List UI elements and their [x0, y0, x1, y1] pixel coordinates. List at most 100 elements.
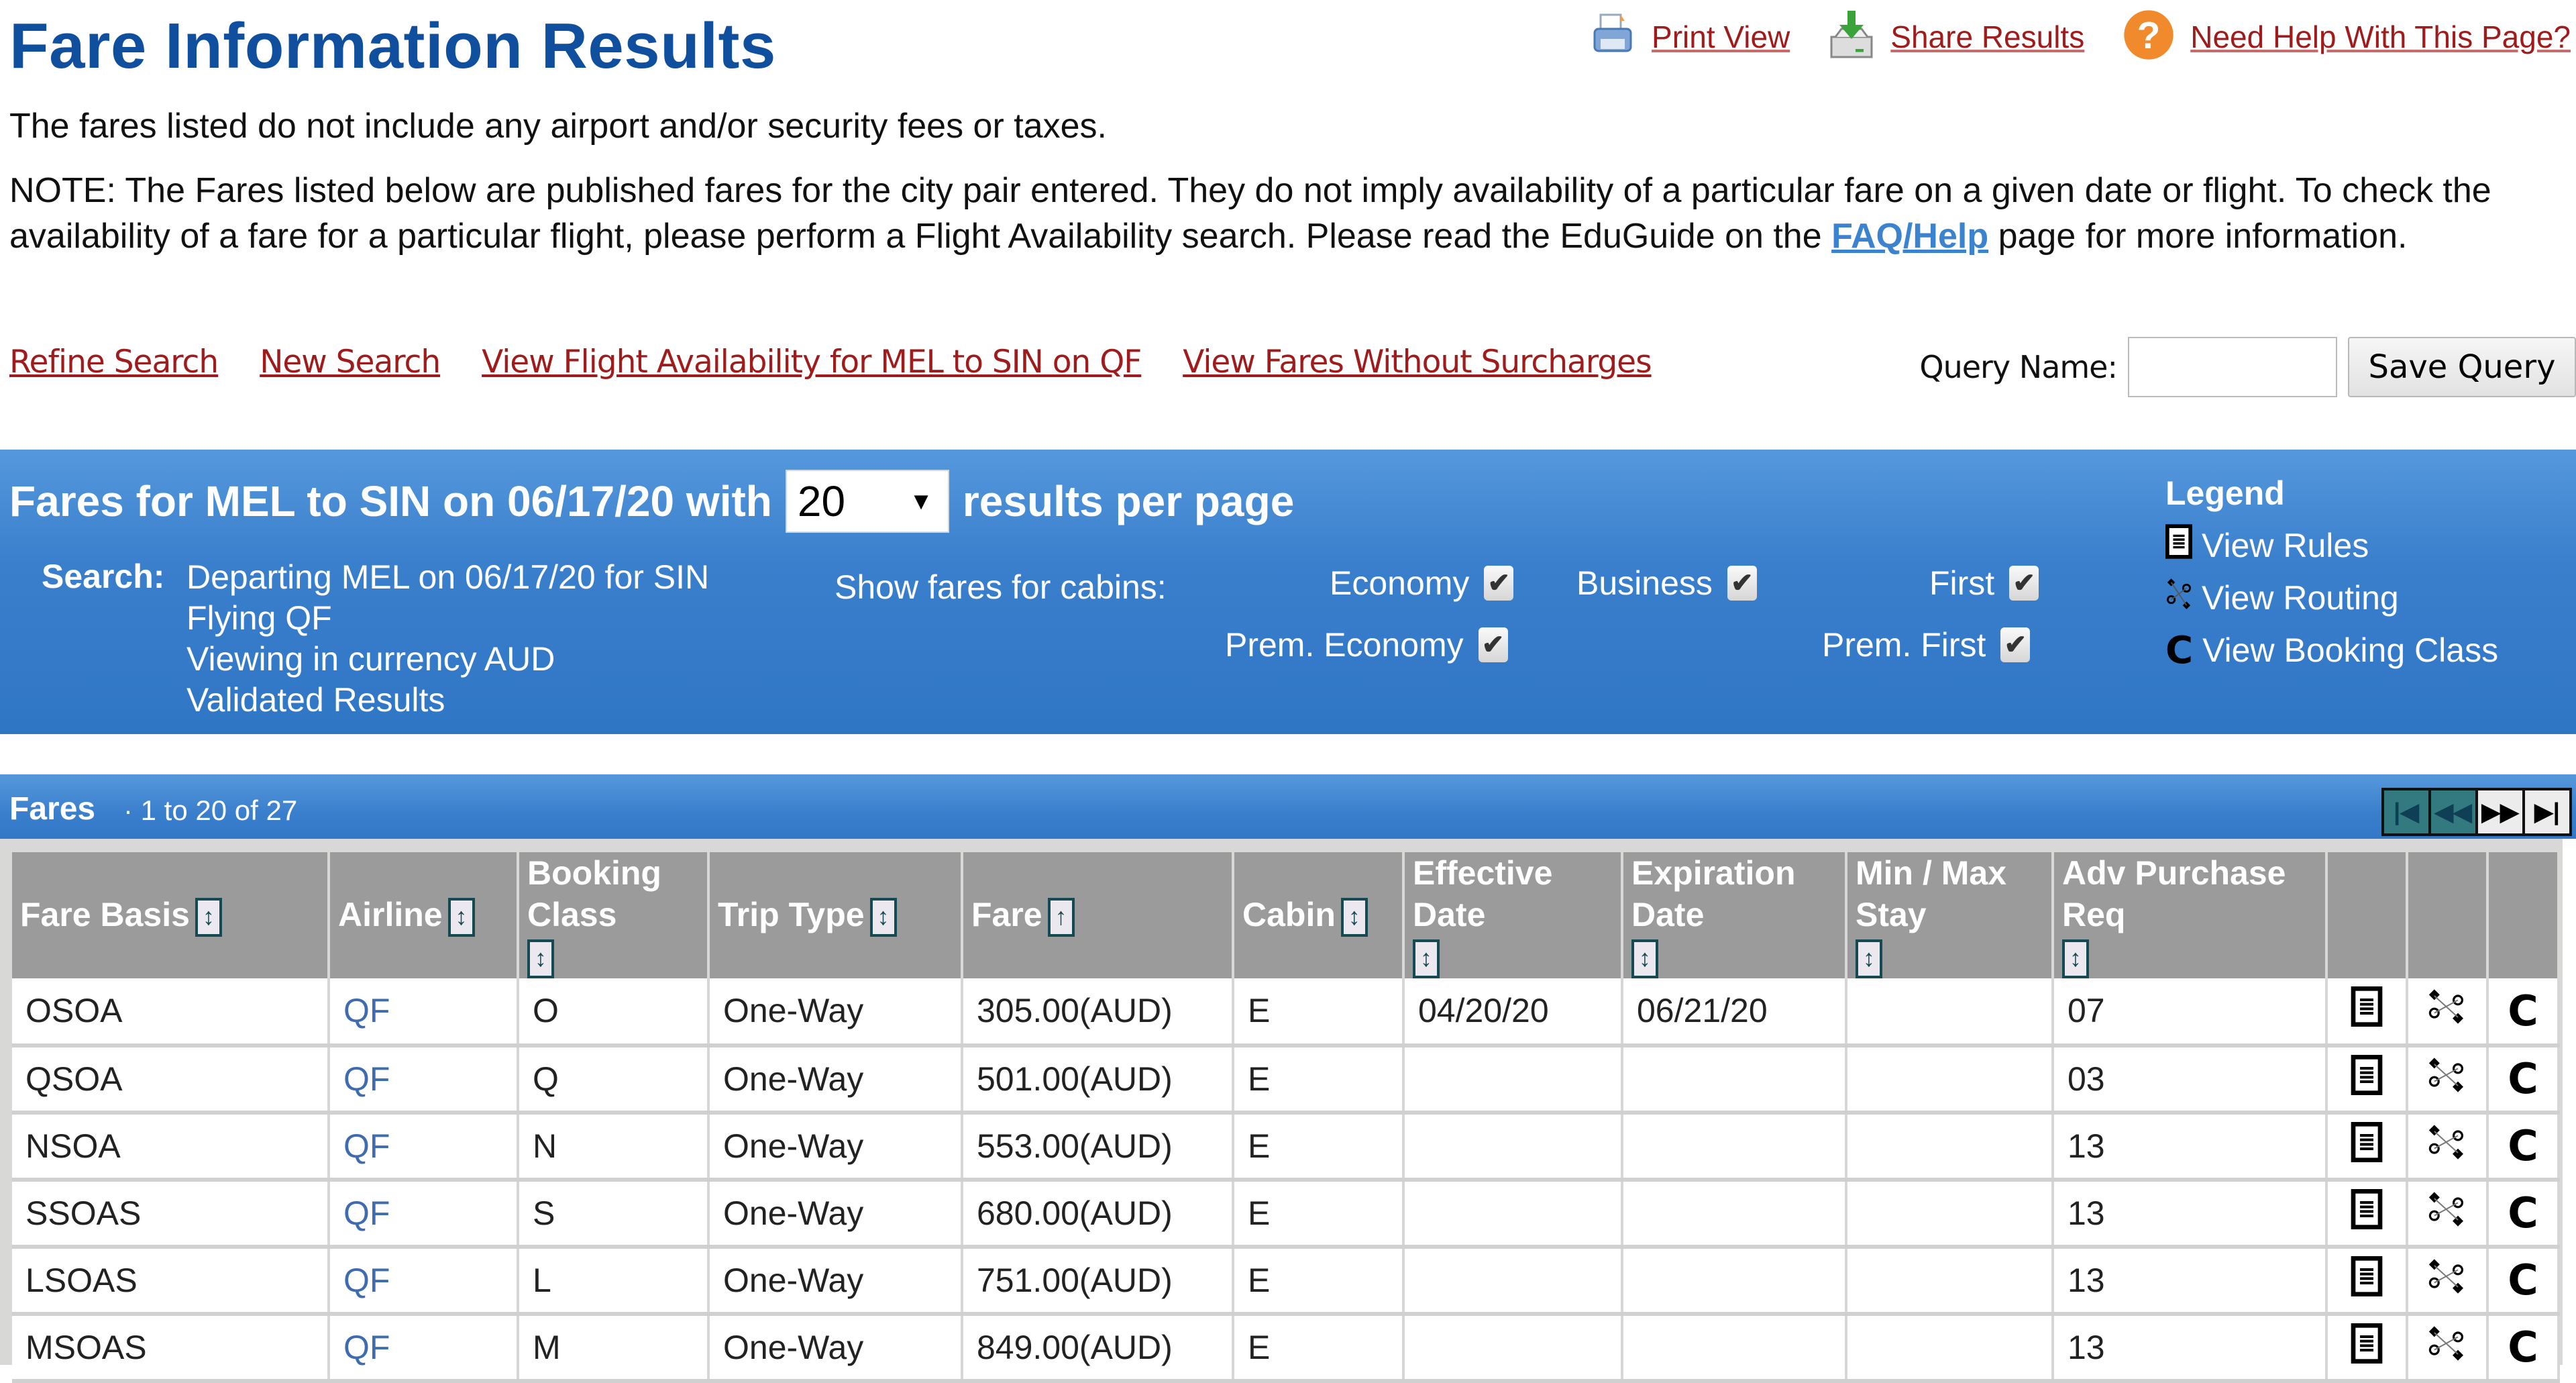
print-view[interactable]: Print View — [1589, 11, 1790, 62]
sort-icon[interactable]: ↕ — [1631, 939, 1658, 978]
view-booking-class-button[interactable]: C — [2487, 1179, 2560, 1249]
view-booking-class-button[interactable]: C — [2487, 1313, 2560, 1383]
view-routing-button[interactable] — [2407, 1179, 2489, 1249]
cabin-business: Business ✔ — [1576, 564, 1757, 603]
share-results[interactable]: Share Results — [1827, 8, 2084, 65]
view-routing-button[interactable] — [2407, 1246, 2489, 1316]
cabin-cell: E — [1233, 1313, 1405, 1383]
next-page-icon[interactable]: ▶▶ — [2478, 790, 2522, 833]
cabin-cell: E — [1233, 1179, 1405, 1249]
sort-icon[interactable]: ↕ — [1413, 939, 1440, 978]
results-title-prefix: Fares for MEL to SIN on 06/17/20 with — [9, 477, 772, 525]
cabin-prem-economy-checkbox[interactable]: ✔ — [1478, 627, 1508, 662]
col-adv-purchase-req[interactable]: Adv Purchase Req ↕ — [2053, 852, 2328, 978]
cabin-business-label: Business — [1576, 564, 1713, 602]
note-text-2: page for more information. — [1988, 217, 2408, 256]
booking-class-icon: C — [2508, 1188, 2538, 1238]
fares-count-text: 1 to 20 of 27 — [140, 795, 298, 826]
cabin-prem-economy: Prem. Economy ✔ — [1225, 625, 1508, 664]
booking-class-icon: C — [2508, 1121, 2538, 1171]
fare-basis-cell: OSOA — [12, 978, 330, 1047]
table-row: MSOAS QF M One-Way 849.00(AUD) E 13 C — [12, 1313, 2560, 1383]
col-fare-basis[interactable]: Fare Basis ↕ — [12, 852, 330, 978]
view-booking-class-button[interactable]: C — [2487, 1045, 2560, 1115]
col-trip-type[interactable]: Trip Type ↕ — [708, 852, 963, 978]
fare-cell: 680.00(AUD) — [962, 1179, 1234, 1249]
note-paragraph: NOTE: The Fares listed below are publish… — [9, 168, 2576, 259]
sort-icon[interactable]: ↕ — [527, 939, 554, 978]
view-booking-class-button[interactable]: C — [2487, 1112, 2560, 1182]
view-routing-button[interactable] — [2407, 1112, 2489, 1182]
airline-link[interactable]: QF — [329, 1045, 519, 1115]
booking-class-cell: Q — [518, 1045, 710, 1115]
table-row: QSOA QF Q One-Way 501.00(AUD) E 03 C — [12, 1045, 2560, 1115]
view-flight-availability-link[interactable]: View Flight Availability for MEL to SIN … — [482, 344, 1142, 380]
cabin-business-checkbox[interactable]: ✔ — [1727, 566, 1757, 601]
view-routing-button[interactable] — [2407, 1045, 2489, 1115]
table-row: NSOA QF N One-Way 553.00(AUD) E 13 C — [12, 1112, 2560, 1182]
airline-link[interactable]: QF — [329, 1112, 519, 1182]
sort-icon[interactable]: ↕ — [195, 897, 222, 937]
col-min-max-stay[interactable]: Min / Max Stay ↕ — [1846, 852, 2054, 978]
airline-link[interactable]: QF — [329, 1246, 519, 1316]
sort-icon[interactable]: ↕ — [869, 897, 897, 937]
view-fares-without-surcharges-link[interactable]: View Fares Without Surcharges — [1183, 344, 1652, 380]
view-booking-class-button[interactable]: C — [2487, 978, 2560, 1047]
booking-class-icon: C — [2508, 1256, 2538, 1305]
need-help[interactable]: ? Need Help With This Page? — [2122, 8, 2571, 65]
first-page-icon[interactable]: |◀ — [2384, 790, 2428, 833]
cabin-economy-checkbox[interactable]: ✔ — [1484, 566, 1514, 601]
view-routing-button[interactable] — [2407, 1313, 2489, 1383]
fare-cell: 501.00(AUD) — [962, 1045, 1234, 1115]
legend-view-routing: View Routing — [2165, 572, 2498, 624]
cabin-prem-first-checkbox[interactable]: ✔ — [2000, 627, 2031, 662]
col-fare[interactable]: Fare ↑ — [962, 852, 1234, 978]
effective-date-cell — [1403, 1313, 1623, 1383]
view-rules-button[interactable] — [2326, 1313, 2408, 1383]
sort-icon[interactable]: ↕ — [447, 897, 475, 937]
airline-link[interactable]: QF — [329, 978, 519, 1047]
chevron-down-icon: ▼ — [909, 487, 933, 515]
trip-type-cell: One-Way — [708, 1112, 963, 1182]
cabin-economy-label: Economy — [1330, 564, 1470, 602]
legend-view-rules-label: View Rules — [2202, 527, 2369, 564]
faq-help-link[interactable]: FAQ/Help — [1831, 217, 1988, 256]
col-booking-class[interactable]: Booking Class ↕ — [518, 852, 710, 978]
view-rules-button[interactable] — [2326, 1246, 2408, 1316]
refine-search-link[interactable]: Refine Search — [9, 344, 219, 380]
results-per-page-select[interactable]: 20 ▼ — [785, 470, 949, 533]
search-detail-line: Validated Results — [186, 681, 445, 719]
view-rules-button[interactable] — [2326, 978, 2408, 1047]
share-results-link[interactable]: Share Results — [1890, 19, 2084, 55]
view-rules-button[interactable] — [2326, 1045, 2408, 1115]
effective-date-cell — [1403, 1246, 1623, 1316]
legend-title: Legend — [2165, 474, 2285, 512]
need-help-link[interactable]: Need Help With This Page? — [2190, 19, 2571, 55]
fares-table: Fare Basis ↕ Airline ↕ Booking Class ↕ Trip… — [12, 852, 2560, 1383]
query-name-input[interactable] — [2128, 337, 2337, 397]
trip-type-cell: One-Way — [708, 1313, 963, 1383]
airline-link[interactable]: QF — [329, 1313, 519, 1383]
sort-icon[interactable]: ↕ — [2062, 939, 2089, 978]
previous-page-icon[interactable]: ◀◀ — [2431, 790, 2475, 833]
col-effective-date[interactable]: Effective Date ↕ — [1403, 852, 1623, 978]
table-header-row: Fare Basis ↕ Airline ↕ Booking Class ↕ Trip… — [12, 852, 2560, 978]
sort-icon[interactable]: ↕ — [1856, 939, 1882, 978]
view-rules-button[interactable] — [2326, 1179, 2408, 1249]
col-expiration-date[interactable]: Expiration Date ↕ — [1622, 852, 1847, 978]
sort-icon[interactable]: ↕ — [1340, 897, 1368, 937]
view-rules-button[interactable] — [2326, 1112, 2408, 1182]
new-search-link[interactable]: New Search — [260, 344, 441, 380]
cabin-first-checkbox[interactable]: ✔ — [2009, 566, 2039, 601]
col-airline[interactable]: Airline ↕ — [329, 852, 519, 978]
view-routing-button[interactable] — [2407, 978, 2489, 1047]
view-booking-class-button[interactable]: C — [2487, 1246, 2560, 1316]
print-view-link[interactable]: Print View — [1652, 19, 1790, 55]
last-page-icon[interactable]: ▶| — [2525, 790, 2569, 833]
airline-link[interactable]: QF — [329, 1179, 519, 1249]
adv-purchase-cell: 13 — [2053, 1179, 2328, 1249]
sort-ascending-icon[interactable]: ↑ — [1047, 897, 1075, 937]
routing-icon — [2426, 1192, 2469, 1238]
save-query-button[interactable]: Save Query — [2348, 337, 2576, 397]
col-cabin[interactable]: Cabin ↕ — [1233, 852, 1405, 978]
